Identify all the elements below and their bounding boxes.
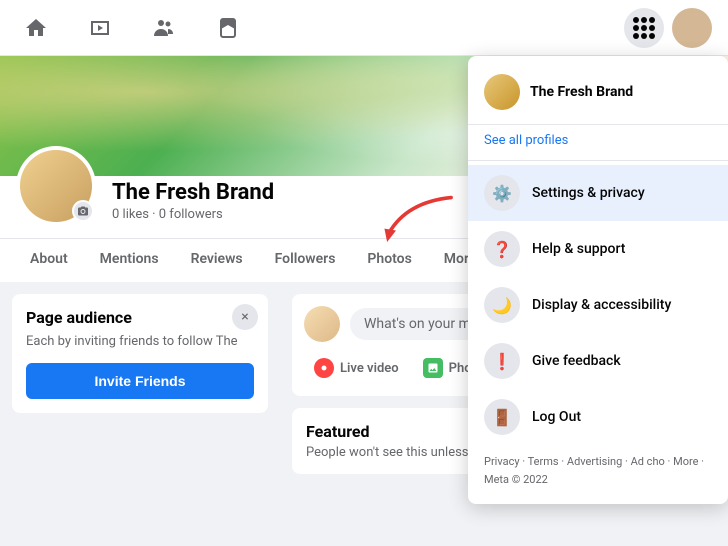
see-all-profiles-link[interactable]: See all profiles bbox=[468, 125, 728, 156]
nav-right bbox=[624, 8, 712, 48]
menu-item-feedback[interactable]: ❗ Give feedback bbox=[468, 333, 728, 389]
live-video-button[interactable]: Live video bbox=[304, 352, 409, 384]
post-avatar bbox=[304, 306, 340, 342]
card-description: Each by inviting friends to follow The bbox=[26, 333, 254, 351]
profile-info: The Fresh Brand 0 likes · 0 followers bbox=[112, 180, 274, 226]
help-icon: ❓ bbox=[484, 231, 520, 267]
menu-item-display[interactable]: 🌙 Display & accessibility bbox=[468, 277, 728, 333]
edit-profile-picture-button[interactable] bbox=[72, 200, 94, 222]
user-avatar[interactable] bbox=[672, 8, 712, 48]
page-audience-card: × Page audience Each by inviting friends… bbox=[12, 294, 268, 413]
invite-friends-button[interactable]: Invite Friends bbox=[26, 363, 254, 399]
video-icon[interactable] bbox=[80, 8, 120, 48]
menu-item-help-label: Help & support bbox=[532, 241, 625, 257]
card-title: Page audience bbox=[26, 308, 254, 327]
dropdown-profile-name: The Fresh Brand bbox=[530, 84, 633, 100]
live-video-icon bbox=[314, 358, 334, 378]
close-button[interactable]: × bbox=[232, 304, 258, 330]
photo-icon bbox=[423, 358, 443, 378]
top-nav bbox=[0, 0, 728, 56]
tab-reviews[interactable]: Reviews bbox=[177, 239, 257, 282]
profile-stats: 0 likes · 0 followers bbox=[112, 207, 274, 222]
home-icon[interactable] bbox=[16, 8, 56, 48]
tab-mentions[interactable]: Mentions bbox=[86, 239, 173, 282]
tab-followers[interactable]: Followers bbox=[261, 239, 350, 282]
feedback-icon: ❗ bbox=[484, 343, 520, 379]
menu-item-feedback-label: Give feedback bbox=[532, 353, 621, 369]
menu-item-help[interactable]: ❓ Help & support bbox=[468, 221, 728, 277]
grid-dots-icon bbox=[633, 17, 655, 39]
display-icon: 🌙 bbox=[484, 287, 520, 323]
dropdown-divider-1 bbox=[468, 160, 728, 161]
nav-left bbox=[16, 8, 248, 48]
settings-icon: ⚙️ bbox=[484, 175, 520, 211]
dropdown-avatar bbox=[484, 74, 520, 110]
tab-about[interactable]: About bbox=[16, 239, 82, 282]
profile-pic-wrapper bbox=[16, 146, 96, 226]
profile-name: The Fresh Brand bbox=[112, 180, 274, 205]
menu-item-display-label: Display & accessibility bbox=[532, 297, 671, 313]
left-panel: × Page audience Each by inviting friends… bbox=[0, 294, 280, 532]
dropdown-footer: Privacy · Terms · Advertising · Ad cho ·… bbox=[468, 445, 728, 496]
account-dropdown: The Fresh Brand See all profiles ⚙️ Sett… bbox=[468, 56, 728, 504]
menu-item-settings-label: Settings & privacy bbox=[532, 185, 645, 201]
grid-menu-button[interactable] bbox=[624, 8, 664, 48]
logout-icon: 🚪 bbox=[484, 399, 520, 435]
menu-item-logout-label: Log Out bbox=[532, 409, 581, 425]
people-icon[interactable] bbox=[144, 8, 184, 48]
dropdown-profile-section[interactable]: The Fresh Brand bbox=[468, 64, 728, 125]
bookmark-icon[interactable] bbox=[208, 8, 248, 48]
menu-item-settings[interactable]: ⚙️ Settings & privacy bbox=[468, 165, 728, 221]
arrow-indicator bbox=[380, 192, 460, 256]
menu-item-logout[interactable]: 🚪 Log Out bbox=[468, 389, 728, 445]
